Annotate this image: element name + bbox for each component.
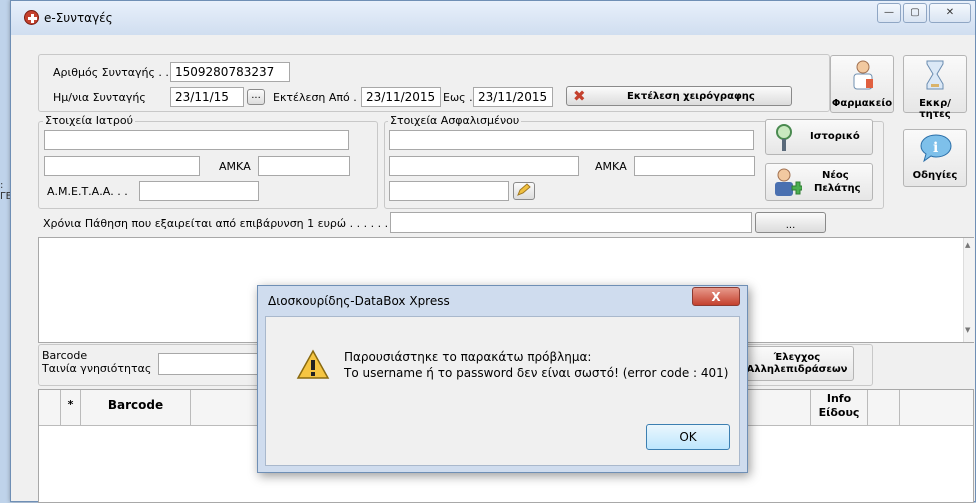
chronic-disease-label: Χρόνια Πάθηση που εξαιρείται από επιβάρυ… <box>43 217 396 230</box>
manual-execution-label: Εκτέλεση χειρόγραφης <box>627 91 755 102</box>
column-header-star[interactable]: * <box>61 390 81 426</box>
dialog-close-button[interactable]: X <box>692 287 740 306</box>
pharmacy-button[interactable]: Φαρμακείο <box>830 55 894 113</box>
add-person-icon <box>775 168 802 196</box>
execution-from-field[interactable]: 23/11/2015 <box>361 87 441 107</box>
barcode-label: Barcode <box>42 349 88 362</box>
insured-name-field[interactable] <box>389 130 754 150</box>
instructions-label: Οδηγίες <box>912 170 958 181</box>
prescription-number-label: Αριθμός Συνταγής . . <box>53 66 169 79</box>
pharmacist-icon <box>853 60 873 90</box>
to-label: Εως . <box>443 91 473 104</box>
date-picker-button[interactable]: ... <box>247 89 265 105</box>
hourglass-icon <box>926 60 944 90</box>
execution-from-label: Εκτέλεση Από . <box>273 91 357 104</box>
dialog-message-line2: Το username ή το password δεν είναι σωστ… <box>344 366 729 380</box>
last-column-divider <box>899 390 900 426</box>
doctor-group-title: Στοιχεία Ιατρού <box>43 114 135 127</box>
history-label: Ιστορικό <box>810 131 860 142</box>
pending-button[interactable]: Εκκρ/τητες <box>903 55 967 120</box>
error-dialog: Διοσκουρίδης-DataBox Xpress X Παρουσιάστ… <box>257 285 748 473</box>
chronic-disease-field[interactable] <box>390 212 752 233</box>
ok-button[interactable]: OK <box>646 424 730 450</box>
column-header-barcode[interactable]: Barcode <box>81 390 191 426</box>
dialog-body: Παρουσιάστηκε το παρακάτω πρόβλημα: Το u… <box>265 316 740 466</box>
minimize-button[interactable]: — <box>877 3 901 23</box>
scroll-down-arrow-icon[interactable]: ▼ <box>965 326 970 334</box>
new-client-label-line2: Πελάτης <box>814 183 861 194</box>
column-header-info-line2[interactable]: Είδους <box>811 406 867 422</box>
background-window-edge: : ΓΕ <box>0 180 12 202</box>
doctor-id-field[interactable] <box>44 156 200 176</box>
doctor-amka-field[interactable] <box>258 156 350 176</box>
dialog-message-line1: Παρουσιάστηκε το παρακάτω πρόβλημα: <box>344 350 592 364</box>
interactions-label-line1: Έλεγχος <box>773 352 821 363</box>
to-field[interactable]: 23/11/2015 <box>473 87 553 107</box>
history-button[interactable]: Ιστορικό <box>765 119 873 155</box>
window-title: e-Συνταγές <box>44 11 113 25</box>
tape-label: Ταινία γνησιότητας <box>42 362 152 375</box>
insured-extra-field[interactable] <box>389 181 509 201</box>
ametaa-field[interactable] <box>139 181 259 201</box>
manual-execution-button[interactable]: ✖ Εκτέλεση χειρόγραφης <box>566 86 792 106</box>
magnifier-icon <box>776 124 792 151</box>
app-logo-icon <box>24 10 39 25</box>
prescription-number-field[interactable]: 1509280783237 <box>170 62 290 82</box>
doctor-name-field[interactable] <box>44 130 349 150</box>
row-selector-column <box>39 390 61 426</box>
prescription-date-field[interactable]: 23/11/15 <box>170 87 244 107</box>
insured-amka-field[interactable] <box>634 156 755 176</box>
svg-text:i: i <box>933 140 938 156</box>
doctor-amka-label: ΑΜΚΑ <box>219 160 251 173</box>
insured-group-title: Στοιχεία Ασφαλισμένου <box>388 114 522 127</box>
pencil-icon <box>517 183 531 196</box>
dialog-title: Διοσκουρίδης-DataBox Xpress <box>268 294 450 308</box>
check-interactions-button[interactable]: Έλεγχος Αλληλεπιδράσεων <box>740 346 854 381</box>
close-window-button[interactable]: ✕ <box>929 3 971 23</box>
instructions-button[interactable]: i Οδηγίες <box>903 129 967 187</box>
column-header-info-line1[interactable]: Info <box>811 392 867 406</box>
ametaa-label: Α.Μ.Ε.Τ.Α.Α. . . <box>47 185 128 198</box>
info-column-divider <box>867 390 868 426</box>
scroll-up-arrow-icon[interactable]: ▲ <box>965 241 970 249</box>
chronic-browse-button[interactable]: ... <box>755 212 826 233</box>
insured-lookup-button[interactable] <box>513 182 535 200</box>
insured-amka-label: ΑΜΚΑ <box>595 160 627 173</box>
pharmacy-label: Φαρμακείο <box>831 98 893 109</box>
maximize-button[interactable]: ▢ <box>903 3 927 23</box>
notes-scrollbar[interactable]: ▲ ▼ <box>963 238 974 342</box>
new-client-button[interactable]: Νέος Πελάτης <box>765 163 873 201</box>
interactions-label-line2: Αλληλεπιδράσεων <box>746 364 848 375</box>
red-x-icon: ✖ <box>573 87 586 105</box>
insured-id-field[interactable] <box>389 156 579 176</box>
info-bubble-icon: i <box>920 134 952 163</box>
warning-icon <box>296 349 330 379</box>
title-bar: e-Συνταγές — ▢ ✕ <box>11 1 975 35</box>
pending-label: Εκκρ/τητες <box>919 98 951 120</box>
new-client-label-line1: Νέος <box>822 170 849 181</box>
prescription-date-label: Ημ/νια Συνταγής <box>53 91 146 104</box>
